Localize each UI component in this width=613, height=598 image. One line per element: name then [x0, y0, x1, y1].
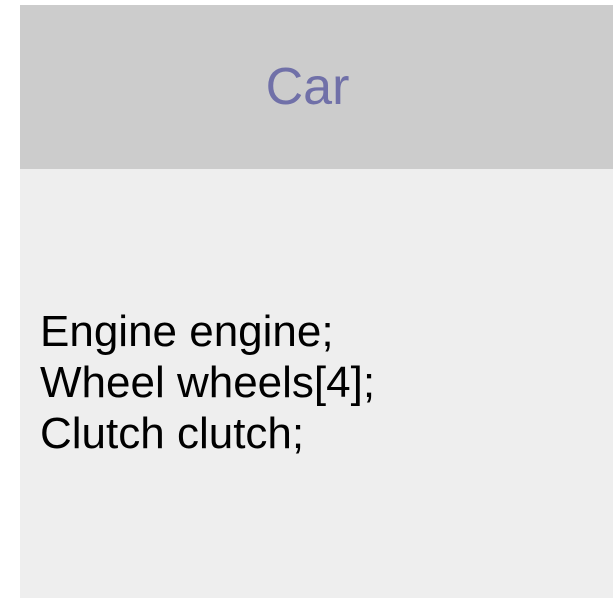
class-box: Car Engine engine; Wheel wheels[4]; Clut… — [20, 5, 613, 598]
attribute-clutch: Clutch clutch; — [40, 409, 305, 458]
class-header: Car — [20, 5, 613, 169]
attribute-engine: Engine engine; — [40, 307, 334, 356]
class-attributes-section: Engine engine; Wheel wheels[4]; Clutch c… — [20, 169, 613, 598]
attribute-wheels: Wheel wheels[4]; — [40, 358, 376, 407]
attribute-list: Engine engine; Wheel wheels[4]; Clutch c… — [40, 306, 375, 459]
class-name: Car — [265, 58, 350, 116]
